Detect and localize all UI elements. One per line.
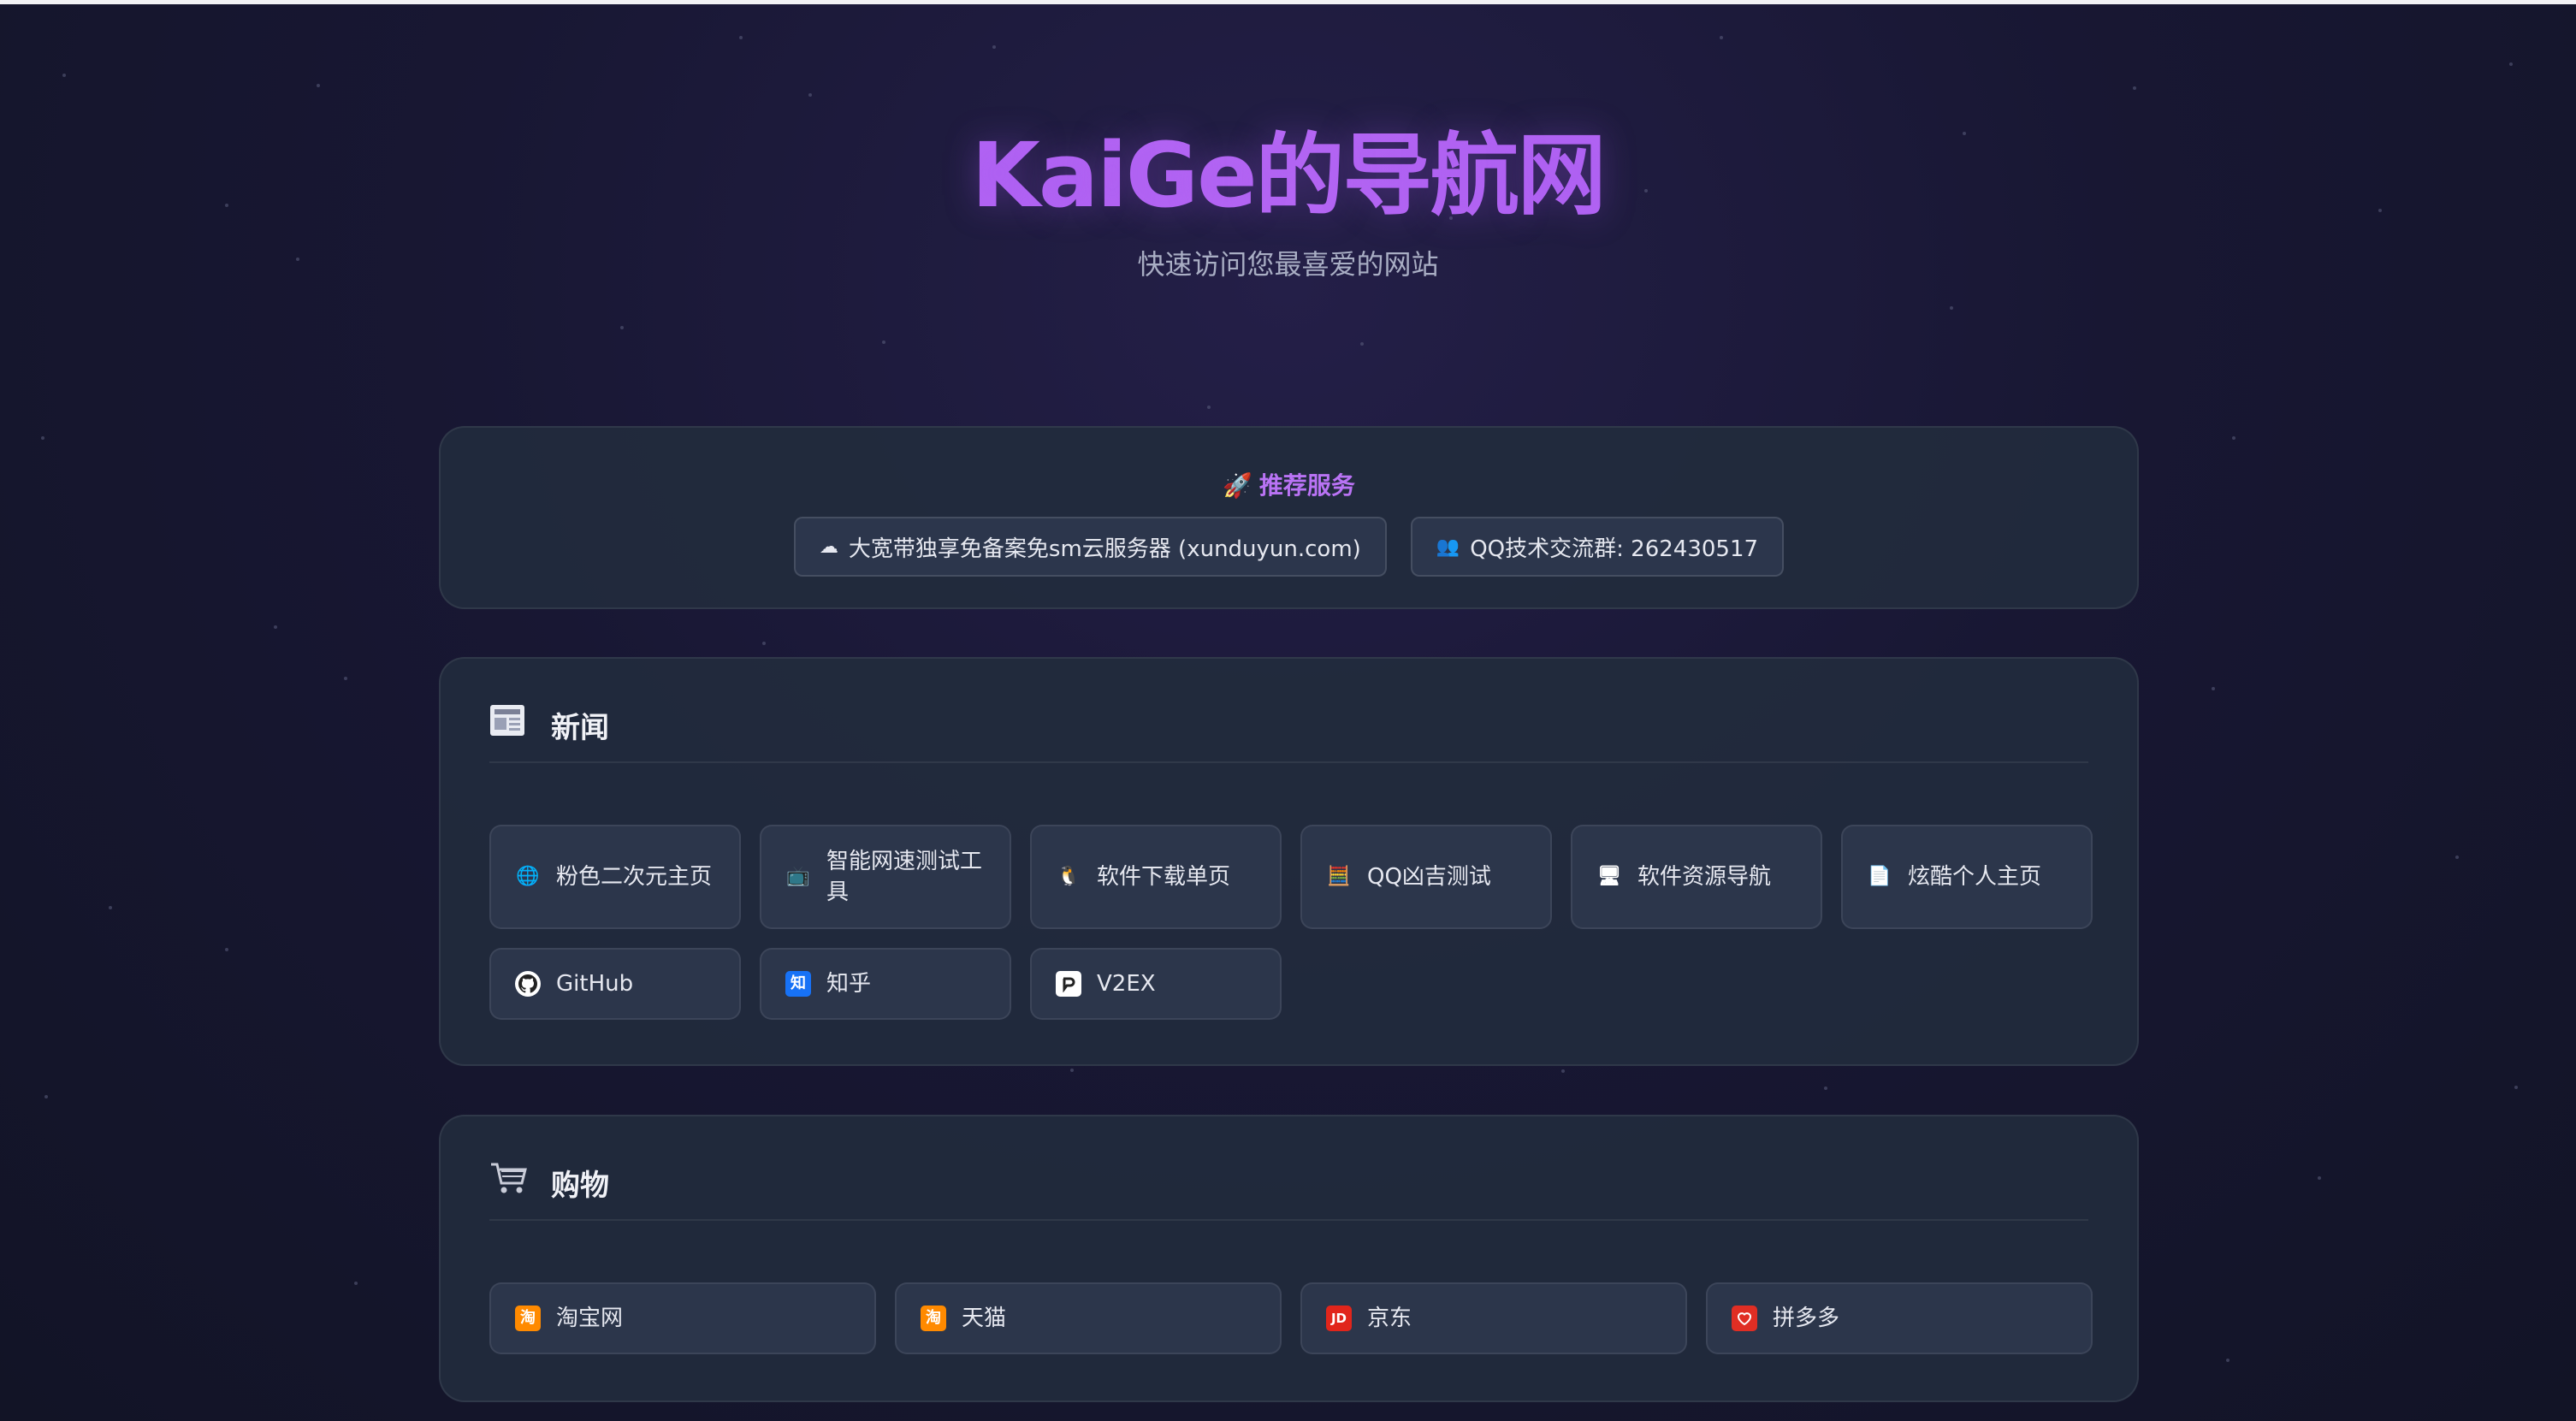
globe-icon: 🌐 [516, 866, 540, 887]
section-title: 购物 [551, 1168, 609, 1203]
promo-links: ☁ 大宽带独享免备案免sm云服务器 (xunduyun.com) 👥 QQ技术交… [441, 517, 2137, 577]
link-software-resource-nav[interactable]: 🖥 软件资源导航 [1571, 825, 1822, 929]
link-software-download[interactable]: 🐧 软件下载单页 [1030, 825, 1282, 929]
section-title: 新闻 [551, 710, 609, 745]
abacus-icon: 🧮 [1327, 866, 1351, 887]
section-header: 购物 [489, 1146, 2088, 1221]
section-header: 新闻 [489, 688, 2088, 763]
pinduoduo-icon [1732, 1306, 1757, 1331]
link-jd[interactable]: JD 京东 [1300, 1282, 1687, 1354]
tv-icon: 📺 [786, 866, 810, 887]
link-qq-fortune-test[interactable]: 🧮 QQ凶吉测试 [1300, 825, 1552, 929]
github-icon [515, 971, 541, 997]
rocket-icon: 🚀 [1223, 471, 1252, 500]
link-cool-personal-homepage[interactable]: 📄 炫酷个人主页 [1841, 825, 2093, 929]
jd-icon: JD [1326, 1306, 1352, 1331]
link-zhihu[interactable]: 知 知乎 [760, 948, 1011, 1020]
link-pink-anime-homepage[interactable]: 🌐 粉色二次元主页 [489, 825, 741, 929]
link-v2ex[interactable]: V2EX [1030, 948, 1282, 1020]
link-taobao[interactable]: 淘 淘宝网 [489, 1282, 876, 1354]
penguin-icon: 🐧 [1057, 866, 1081, 887]
top-edge-line [0, 0, 2576, 4]
shopping-links-grid: 淘 淘宝网 淘 天猫 JD 京东 拼多多 [489, 1282, 2093, 1354]
newspaper-icon [489, 704, 534, 745]
site-header: KaiGe的导航网 快速访问您最喜爱的网站 [0, 120, 2576, 282]
link-tmall[interactable]: 淘 天猫 [895, 1282, 1282, 1354]
taobao-icon: 淘 [515, 1306, 541, 1331]
site-title: KaiGe的导航网 [0, 120, 2576, 231]
news-links-grid: 🌐 粉色二次元主页 📺 智能网速测试工具 🐧 软件下载单页 🧮 QQ凶吉测试 🖥… [489, 825, 2093, 1020]
link-speed-test-tool[interactable]: 📺 智能网速测试工具 [760, 825, 1011, 929]
zhihu-icon: 知 [785, 971, 811, 997]
document-icon: 📄 [1868, 866, 1892, 887]
v2ex-icon [1056, 971, 1081, 997]
promo-link-cloud-server[interactable]: ☁ 大宽带独享免备案免sm云服务器 (xunduyun.com) [793, 517, 1387, 577]
promo-title: 🚀 推荐服务 [1223, 471, 1355, 500]
monitor-icon: 🖥 [1597, 866, 1621, 887]
cloud-icon: ☁ [819, 536, 838, 558]
tmall-icon: 淘 [921, 1306, 946, 1331]
shopping-cart-icon [489, 1161, 534, 1204]
promo-link-qq-group[interactable]: 👥 QQ技术交流群: 262430517 [1410, 517, 1785, 577]
promo-card: 🚀 推荐服务 ☁ 大宽带独享免备案免sm云服务器 (xunduyun.com) 👥… [439, 426, 2139, 609]
section-news: 新闻 🌐 粉色二次元主页 📺 智能网速测试工具 🐧 软件下载单页 🧮 QQ凶吉测… [439, 657, 2139, 1066]
section-shopping: 购物 淘 淘宝网 淘 天猫 JD 京东 拼多多 [439, 1115, 2139, 1402]
group-icon: 👥 [1436, 536, 1460, 558]
site-subtitle: 快速访问您最喜爱的网站 [1137, 248, 1439, 281]
link-pinduoduo[interactable]: 拼多多 [1706, 1282, 2093, 1354]
link-github[interactable]: GitHub [489, 948, 741, 1020]
